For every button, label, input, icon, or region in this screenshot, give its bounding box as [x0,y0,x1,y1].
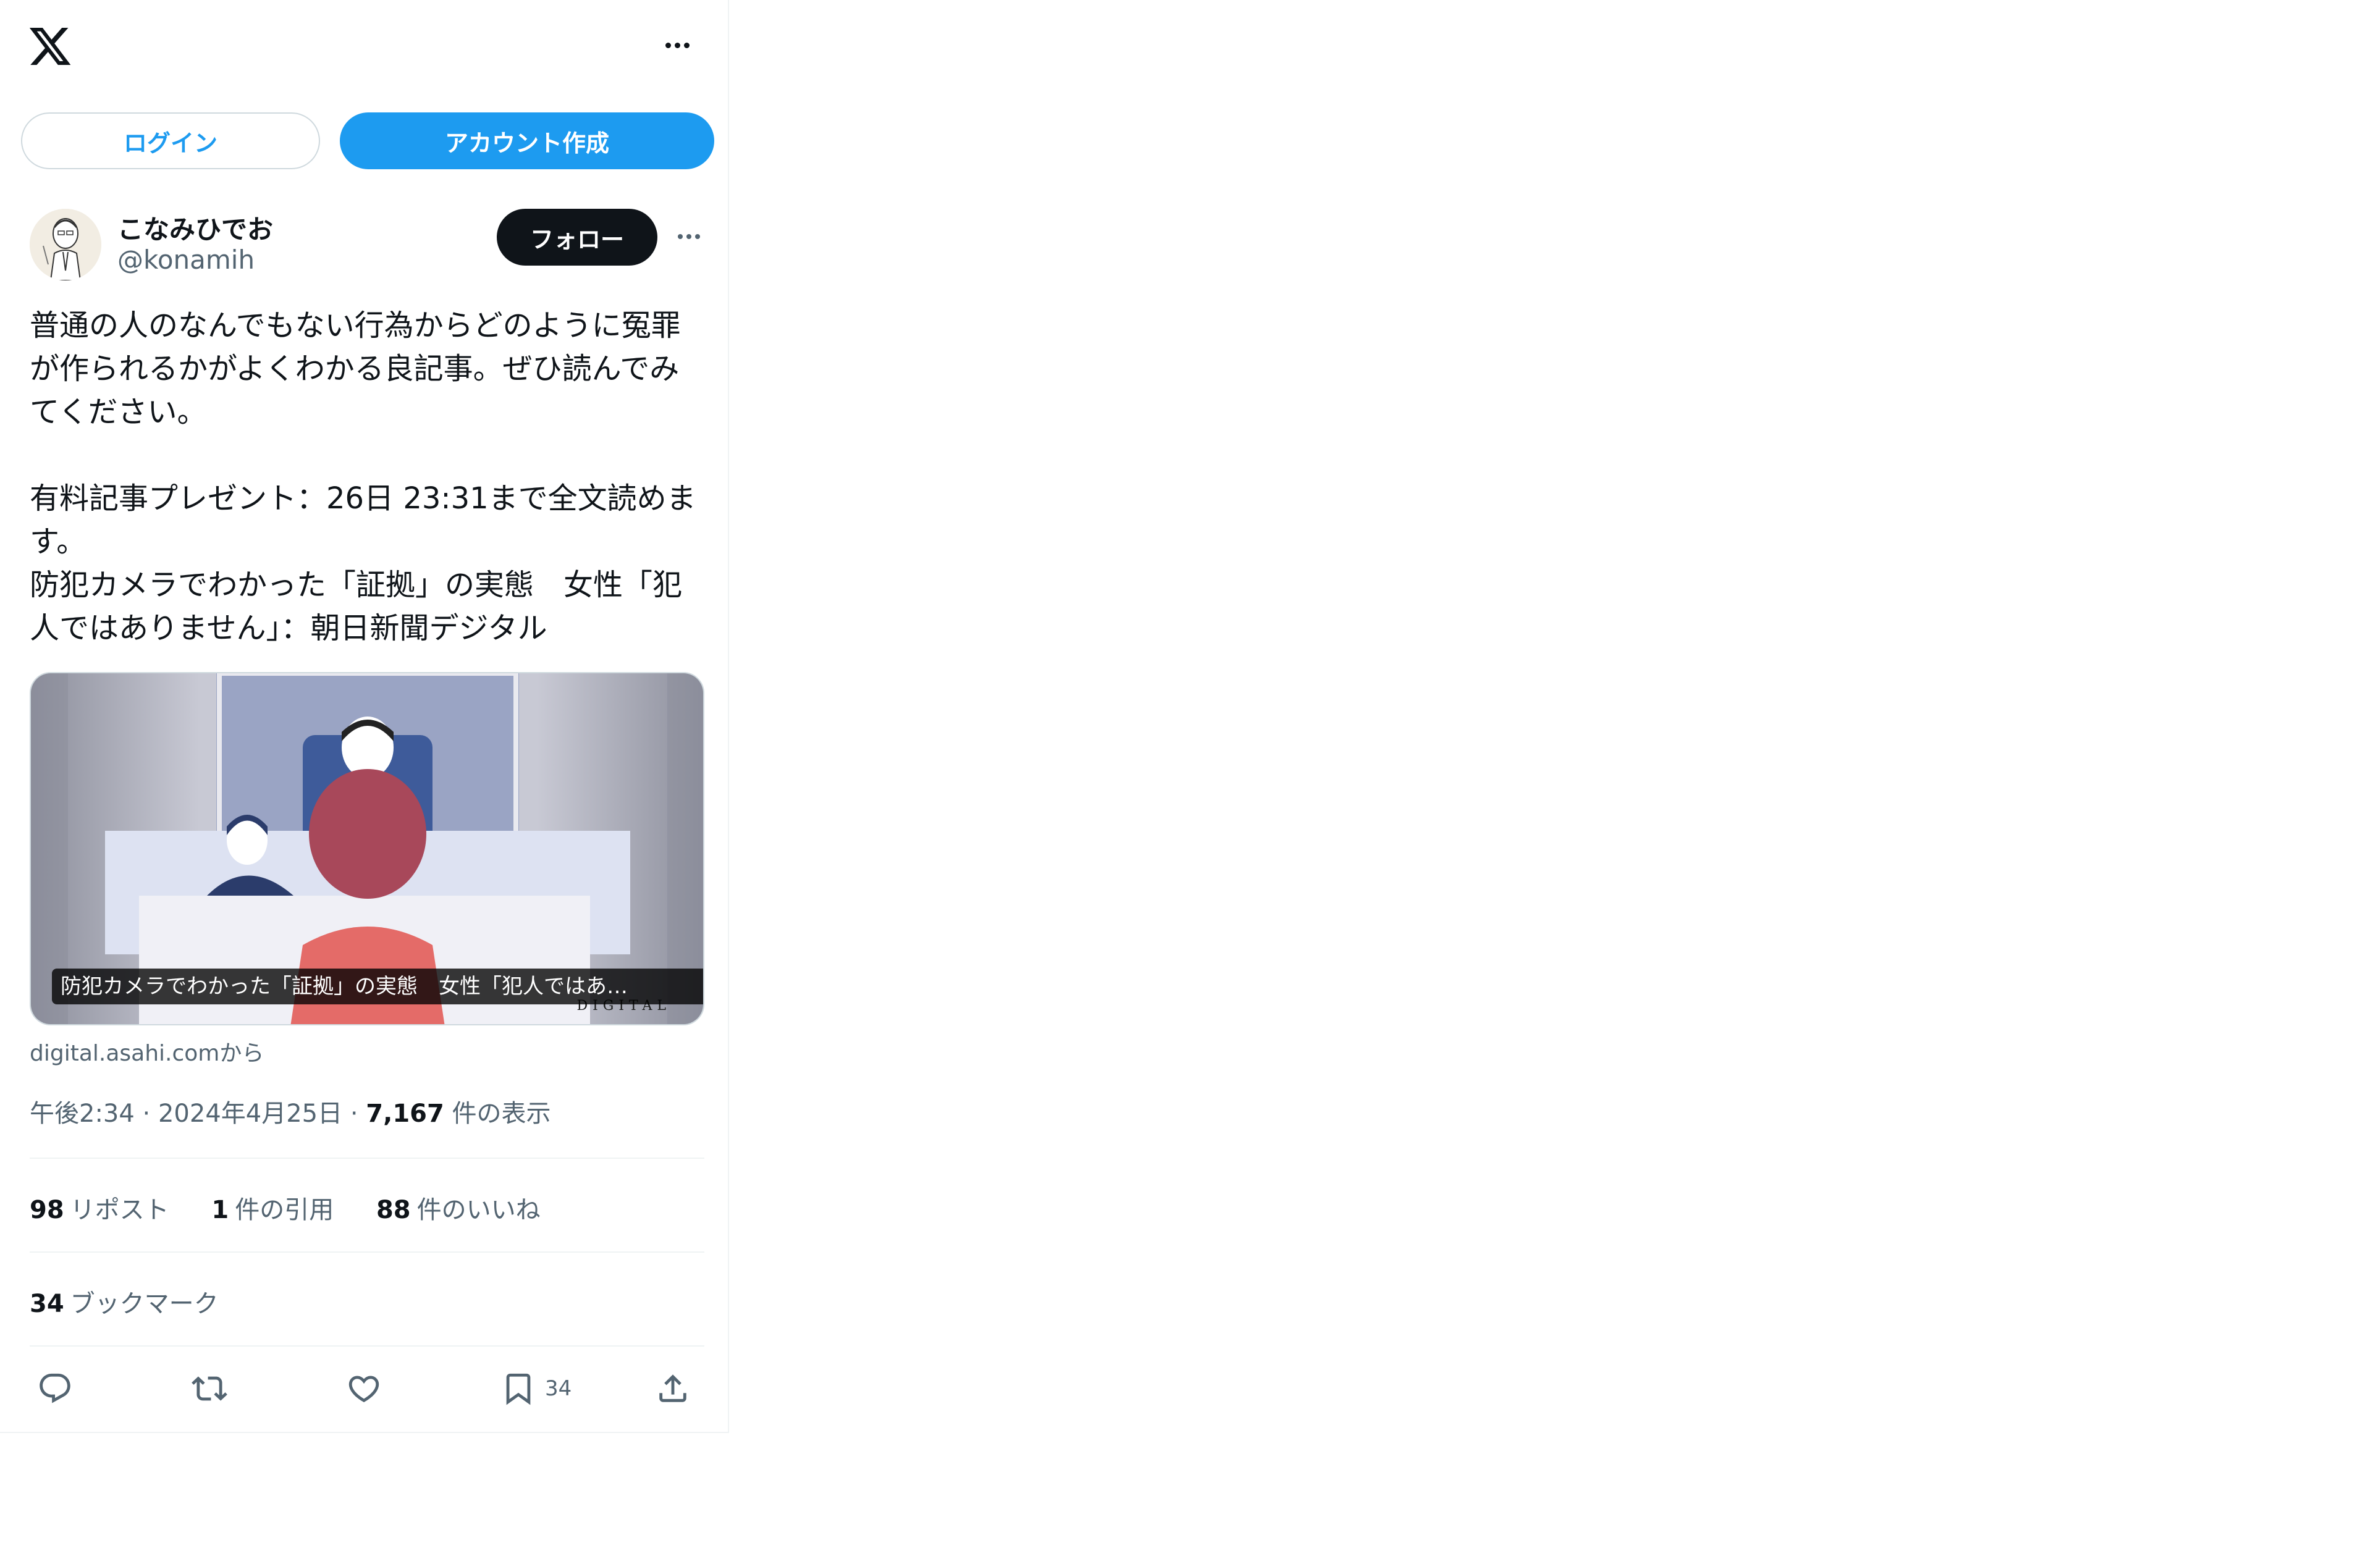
divider [30,1158,704,1159]
author-handle[interactable]: @konamih [117,245,255,275]
reposts-stat[interactable]: 98 リポスト [30,1196,169,1224]
share-button[interactable] [655,1364,691,1413]
login-button[interactable]: ログイン [21,112,320,169]
repost-icon [192,1376,227,1401]
reply-icon [40,1373,70,1403]
card-source[interactable]: digital.asahi.comから [30,1035,264,1067]
more-horizontal-icon[interactable] [671,227,707,246]
heart-icon [348,1376,379,1403]
author-name[interactable]: こなみひでお [117,209,273,246]
repost-button[interactable] [192,1364,227,1413]
reply-button[interactable] [37,1364,73,1413]
likes-label: 件のいいね [416,1196,541,1224]
x-logo-icon[interactable] [27,23,73,69]
follow-button[interactable]: フォロー [497,209,657,266]
likes-count: 88 [376,1196,411,1224]
share-icon [659,1374,686,1402]
post-text-line: てください。 [30,395,207,429]
top-bar [0,0,729,99]
divider [30,1251,704,1253]
reposts-count: 98 [30,1196,64,1224]
post-date[interactable]: 2024年4月25日 [158,1099,342,1128]
bookmarks-count: 34 [30,1290,64,1318]
create-account-button[interactable]: アカウント作成 [340,112,714,169]
quotes-count: 1 [211,1196,229,1224]
post-column: ログイン アカウント作成 こなみひでお @konamih フォロー 普通の人のな… [0,0,729,1433]
post-text-line: す。 [30,524,87,559]
post-meta: 午後2:34 · 2024年4月25日 · 7,167 件の表示 [30,1093,551,1129]
post-text-line: 普通の人のなんでもない行為からどのように冤罪 [30,308,681,343]
views-count: 7,167 [366,1099,444,1128]
bookmarks-stat[interactable]: 34 ブックマーク [30,1290,219,1318]
card-caption[interactable]: 防犯カメラでわかった「証拠」の実態 女性「犯人ではあ… [52,969,703,1004]
separator: · [350,1099,358,1128]
like-button[interactable] [346,1364,382,1413]
more-horizontal-icon[interactable] [659,36,696,54]
post-text: 普通の人のなんでもない行為からどのように冤罪 が作られるかがよくわかる良記事。ぜ… [30,304,709,650]
engagement-stats: 98 リポスト 1 件の引用 88 件のいいね [30,1190,575,1226]
bookmarks-label: ブックマーク [70,1290,219,1318]
post-text-line: が作られるかがよくわかる良記事。ぜひ読んでみ [30,351,680,386]
views-label: 件の表示 [452,1099,551,1128]
post-text-line: 有料記事プレゼント：26日 23:31まで全文読めま [30,481,696,516]
bookmark-icon [506,1373,531,1405]
bookmark-stats: 34 ブックマーク [30,1284,253,1319]
likes-stat[interactable]: 88 件のいいね [376,1196,541,1224]
link-preview-card[interactable]: DIGITAL 防犯カメラでわかった「証拠」の実態 女性「犯人ではあ… [30,672,704,1025]
quotes-stat[interactable]: 1 件の引用 [211,1196,334,1224]
bookmark-count: 34 [545,1376,572,1401]
post-time[interactable]: 午後2:34 [30,1099,135,1128]
reposts-label: リポスト [70,1196,169,1224]
divider [30,1345,704,1347]
post-text-line: 防犯カメラでわかった「証拠」の実態 女性「犯 [30,568,683,602]
avatar[interactable] [30,209,101,280]
bookmark-button[interactable]: 34 [500,1364,572,1413]
separator: · [142,1099,151,1128]
post-text-line: 人ではありません」：朝日新聞デジタル [30,611,547,645]
quotes-label: 件の引用 [235,1196,334,1224]
action-bar: 34 [30,1364,709,1413]
